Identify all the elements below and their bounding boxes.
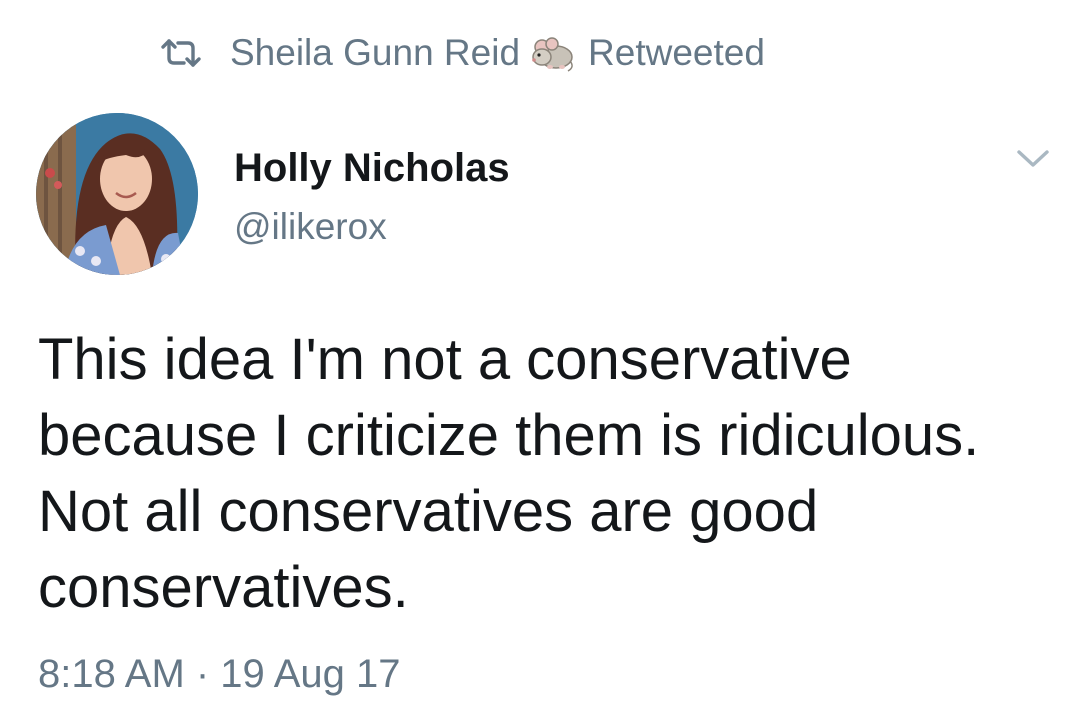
chevron-down-icon[interactable] xyxy=(1010,143,1056,173)
retweeted-label: Retweeted xyxy=(588,32,765,73)
author-handle[interactable]: @ilikerox xyxy=(234,206,387,248)
tweet-text: This idea I'm not a conservative because… xyxy=(38,327,980,620)
tweet-timestamp[interactable]: 8:18 AM · 19 Aug 17 xyxy=(38,652,400,697)
profile-photo xyxy=(36,113,198,275)
avatar[interactable] xyxy=(36,113,198,275)
mouse-emoji xyxy=(532,37,573,72)
retweet-icon xyxy=(161,39,201,67)
retweet-context[interactable]: Sheila Gunn Reid Retweeted xyxy=(160,30,765,76)
author-display-name[interactable]: Holly Nicholas xyxy=(234,146,510,191)
retweeter-name[interactable]: Sheila Gunn Reid xyxy=(230,32,520,74)
